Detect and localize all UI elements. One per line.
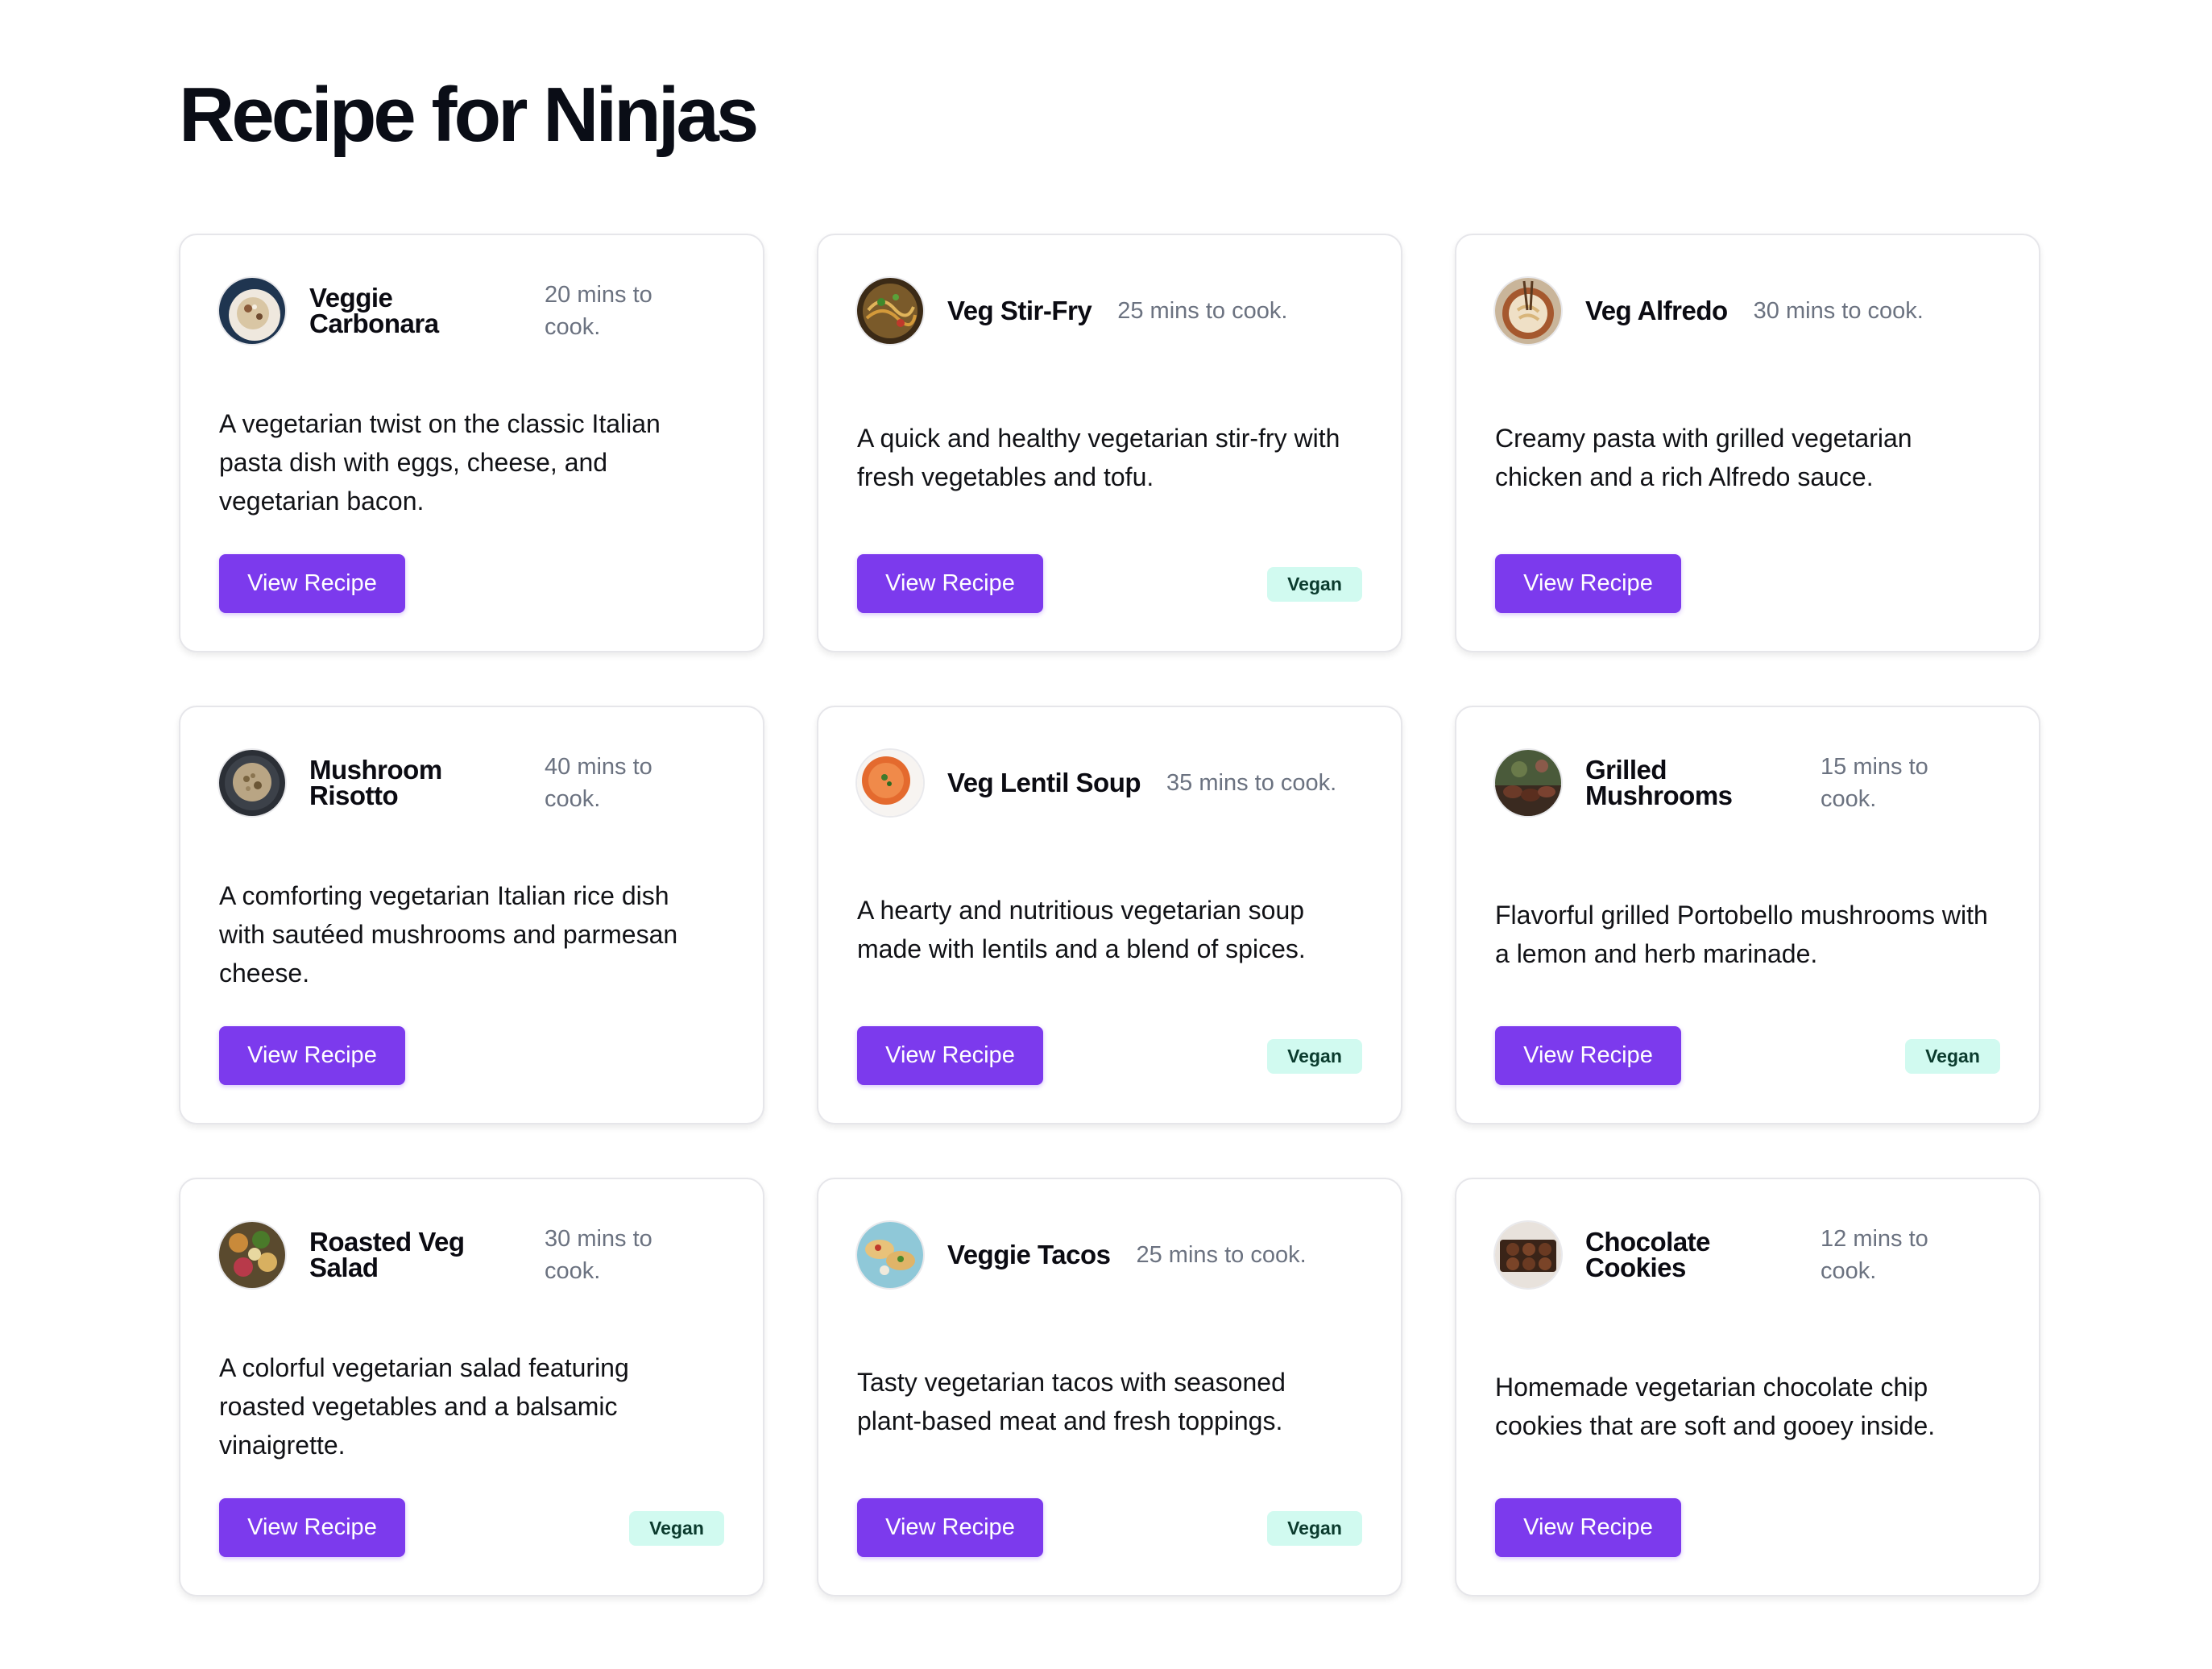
alfredo-bowl-icon [1495,278,1561,344]
recipe-name: Veggie Tacos [947,1240,1111,1269]
recipe-name: Veggie Carbonara [309,283,439,338]
stir-fry-plate-icon [857,278,923,344]
recipe-card: Veggie Carbonara 20 mins to cook. A vege… [179,234,764,652]
recipe-card: Veg Stir-Fry 25 mins to cook. A quick an… [817,234,1402,652]
card-header: Veggie Carbonara 20 mins to cook. [219,277,731,345]
recipe-name: Veg Alfredo [1585,296,1728,325]
recipe-card: Chocolate Cookies 12 mins to cook. Homem… [1455,1178,2040,1597]
recipe-card: Grilled Mushrooms 15 mins to cook. Flavo… [1455,706,2040,1124]
recipe-description: A comforting vegetarian Italian rice dis… [219,881,678,988]
view-recipe-button[interactable]: View Recipe [1495,554,1681,613]
card-header: Roasted Veg Salad 30 mins to cook. [219,1221,731,1289]
recipe-name: Grilled Mushrooms [1585,755,1733,810]
card-header: Veggie Tacos 25 mins to cook. [857,1221,1369,1289]
vegan-badge: Vegan [1905,1039,2000,1074]
page-title: Recipe for Ninjas [179,72,759,158]
view-recipe-button[interactable]: View Recipe [219,554,405,613]
salad-plate-icon [219,1222,285,1288]
cook-time: 20 mins to cook. [545,282,652,340]
recipe-description: Flavorful grilled Portobello mushrooms w… [1495,901,1988,968]
recipe-name: Chocolate Cookies [1585,1227,1711,1282]
recipe-card: Mushroom Risotto 40 mins to cook. A comf… [179,706,764,1124]
recipe-name: Roasted Veg Salad [309,1227,465,1282]
cook-time: 12 mins to cook. [1821,1226,1928,1284]
recipe-card: Veg Alfredo 30 mins to cook. Creamy past… [1455,234,2040,652]
vegan-badge: Vegan [1267,1511,1362,1546]
cook-time: 35 mins to cook. [1166,770,1337,796]
card-header: Chocolate Cookies 12 mins to cook. [1495,1221,2007,1289]
cook-time: 40 mins to cook. [545,754,652,812]
recipe-description: Homemade vegetarian chocolate chip cooki… [1495,1373,1936,1440]
recipe-name: Mushroom Risotto [309,755,442,810]
card-header: Grilled Mushrooms 15 mins to cook. [1495,749,2007,817]
recipe-description: Tasty vegetarian tacos with seasoned pla… [857,1368,1286,1435]
recipe-card: Veggie Tacos 25 mins to cook. Tasty vege… [817,1178,1402,1597]
recipe-grid: Veggie Carbonara 20 mins to cook. A vege… [179,234,2040,1597]
grilled-mushrooms-icon [1495,750,1561,816]
view-recipe-button[interactable]: View Recipe [857,554,1043,613]
carbonara-plate-icon [219,278,285,344]
recipe-description: A vegetarian twist on the classic Italia… [219,409,661,516]
recipe-name: Veg Stir-Fry [947,296,1092,325]
soup-bowl-icon [857,750,923,816]
cook-time: 15 mins to cook. [1821,754,1928,812]
card-header: Mushroom Risotto 40 mins to cook. [219,749,731,817]
view-recipe-button[interactable]: View Recipe [219,1026,405,1085]
cook-time: 30 mins to cook. [1753,298,1924,324]
cook-time: 25 mins to cook. [1136,1242,1307,1268]
view-recipe-button[interactable]: View Recipe [1495,1498,1681,1557]
vegan-badge: Vegan [1267,567,1362,602]
cookies-tray-icon [1495,1222,1561,1288]
view-recipe-button[interactable]: View Recipe [857,1498,1043,1557]
view-recipe-button[interactable]: View Recipe [219,1498,405,1557]
recipe-description: A quick and healthy vegetarian stir-fry … [857,424,1340,491]
view-recipe-button[interactable]: View Recipe [1495,1026,1681,1085]
cook-time: 30 mins to cook. [545,1226,652,1284]
recipe-description: A colorful vegetarian salad featuring ro… [219,1353,629,1460]
card-header: Veg Stir-Fry 25 mins to cook. [857,277,1369,345]
cook-time: 25 mins to cook. [1117,298,1288,324]
card-header: Veg Lentil Soup 35 mins to cook. [857,749,1369,817]
risotto-plate-icon [219,750,285,816]
vegan-badge: Vegan [629,1511,724,1546]
recipe-description: A hearty and nutritious vegetarian soup … [857,896,1306,963]
recipe-name: Veg Lentil Soup [947,768,1141,797]
recipe-card: Roasted Veg Salad 30 mins to cook. A col… [179,1178,764,1597]
view-recipe-button[interactable]: View Recipe [857,1026,1043,1085]
vegan-badge: Vegan [1267,1039,1362,1074]
recipe-card: Veg Lentil Soup 35 mins to cook. A heart… [817,706,1402,1124]
recipe-description: Creamy pasta with grilled vegetarian chi… [1495,424,1912,491]
tacos-plate-icon [857,1222,923,1288]
card-header: Veg Alfredo 30 mins to cook. [1495,277,2007,345]
